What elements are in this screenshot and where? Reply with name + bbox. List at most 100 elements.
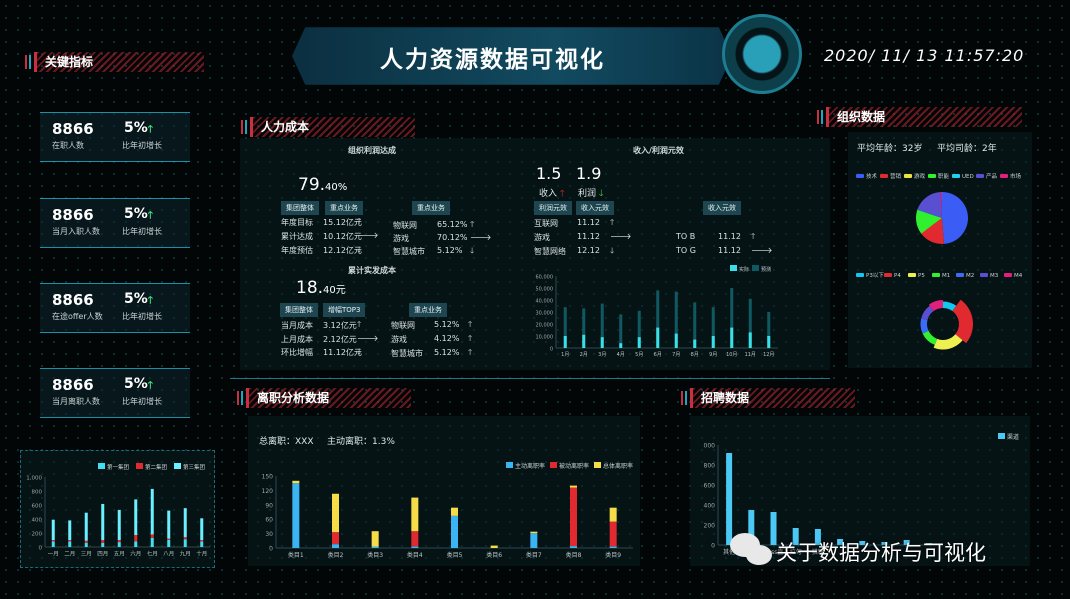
arrow-up-icon: 🡑 xyxy=(559,189,565,199)
bar-主动离职率 xyxy=(451,515,458,548)
cost-key-business-button[interactable]: 重点业务 xyxy=(409,303,447,317)
row-value: 11.12 xyxy=(718,246,741,255)
cost-top3-button[interactable]: 增幅TOP3 xyxy=(323,303,366,317)
legend-label: 主动离职率 xyxy=(515,462,545,470)
y-tick-label: 90 xyxy=(265,502,273,509)
arrow-right-icon: 🡒 xyxy=(470,233,492,242)
legend-label: 游戏 xyxy=(914,172,926,180)
bar-实际 xyxy=(730,327,734,348)
kpi-pct-label: 比年初增长 xyxy=(122,397,162,406)
row-label: 年度目标 xyxy=(281,218,313,227)
slice-技术 xyxy=(942,192,968,244)
kpi-label: 在途offer人数 xyxy=(52,312,103,321)
row-label: 游戏 xyxy=(393,234,409,243)
row-value: 5.12% xyxy=(437,246,463,255)
kpi-pct: 5%🡑 xyxy=(124,376,153,395)
legend-label: 被动离职率 xyxy=(559,462,589,470)
bar-第三集团 xyxy=(150,488,154,535)
legend-label: M3 xyxy=(990,273,999,279)
y-tick-label: 10,000 xyxy=(536,335,554,341)
x-tick-label: 6月 xyxy=(654,352,662,358)
kpi-value: 8866 xyxy=(52,376,94,394)
legend-label: 第一集团 xyxy=(107,463,130,471)
bar-第二集团 xyxy=(117,540,121,543)
arrow-right-icon: 🡒 xyxy=(357,231,379,240)
row-value: 3.12亿元 xyxy=(323,321,357,330)
recruit-header: 招聘数据 xyxy=(681,388,855,408)
key-metrics-header: 关键指标 xyxy=(25,52,204,72)
bar-第三集团 xyxy=(200,518,204,540)
bar-第一集团 xyxy=(134,541,138,547)
bar-第一集团 xyxy=(84,542,88,547)
bar-第二集团 xyxy=(101,540,105,543)
bar-第一集团 xyxy=(150,537,154,547)
bar-总体离职率 xyxy=(292,480,300,484)
profit-value-dec: 40% xyxy=(325,182,348,193)
y-tick-label: 800 xyxy=(704,463,716,470)
divider xyxy=(230,378,830,379)
x-tick-label: 十月 xyxy=(196,550,207,558)
bar-总体离职率 xyxy=(530,531,538,534)
profit-label-text: 利润 xyxy=(578,189,597,199)
y-tick-label: 120 xyxy=(262,488,274,495)
bar-实际 xyxy=(674,333,678,348)
arrow-up-icon: 🡑 xyxy=(751,232,756,241)
row-value: 5.12% xyxy=(434,320,460,329)
profit-group-button[interactable]: 集团整体 xyxy=(281,201,319,215)
arrow-up-icon: 🡑 xyxy=(147,210,153,221)
bar-第一集团 xyxy=(183,539,187,547)
bar-总体离职率 xyxy=(609,507,617,522)
row-value: 70.12% xyxy=(437,233,468,242)
bar-第三集团 xyxy=(117,509,121,540)
kpi-pct-value: 5% xyxy=(124,291,148,307)
bar-第一集团 xyxy=(200,541,204,547)
row-label: 上月成本 xyxy=(281,335,313,344)
bar-实际 xyxy=(711,336,715,348)
income-efficiency-button[interactable]: 收入元效 xyxy=(576,201,614,215)
x-tick-label: 类目3 xyxy=(367,551,383,559)
arrow-up-icon: 🡑 xyxy=(468,320,473,329)
kpi-label: 在职人数 xyxy=(52,141,84,150)
bar-第二集团 xyxy=(183,537,187,540)
y-tick-label: 400 xyxy=(704,503,716,510)
kpi-pct: 5%🡑 xyxy=(124,120,153,139)
bar-被动离职率 xyxy=(609,521,617,547)
row-label: 互联网 xyxy=(534,219,558,228)
arrow-right-icon: 🡒 xyxy=(610,232,632,241)
row-value: 11.12 xyxy=(718,232,741,241)
bar-第三集团 xyxy=(183,508,187,538)
bar-总体离职率 xyxy=(451,507,458,516)
row-label: TO B xyxy=(676,232,696,241)
cost-group-button[interactable]: 集团整体 xyxy=(280,303,318,317)
legend-label: P3以下 xyxy=(866,272,884,279)
legend-swatch xyxy=(980,273,988,277)
y-tick-label: 800 xyxy=(32,490,43,496)
arrow-right-icon: 🡒 xyxy=(751,246,773,255)
x-tick-label: 五月 xyxy=(114,551,125,558)
profit-key-business-button-2[interactable]: 重点业务 xyxy=(412,201,450,215)
bar-第二集团 xyxy=(150,534,154,538)
y-tick-label: 200 xyxy=(704,523,716,530)
x-tick-label: 类目8 xyxy=(566,551,582,559)
bar-实际 xyxy=(693,339,697,348)
bar-第三集团 xyxy=(68,520,72,540)
legend-label: 营销 xyxy=(890,172,902,180)
income-value: 1.5 xyxy=(536,164,562,183)
kpi-pct-value: 5% xyxy=(124,376,148,392)
x-tick-label: 11月 xyxy=(745,352,756,358)
bar-第三集团 xyxy=(101,503,105,540)
y-tick-label: 30 xyxy=(265,531,273,538)
profit-efficiency-button[interactable]: 利润元效 xyxy=(534,201,572,215)
bar-被动离职率 xyxy=(570,487,577,547)
profit-key-business-button[interactable]: 重点业务 xyxy=(325,201,363,215)
arrow-up-icon: 🡑 xyxy=(357,217,362,226)
income-efficiency-button-2[interactable]: 收入元效 xyxy=(703,201,741,215)
bar-实际 xyxy=(563,336,567,348)
y-tick-label: 20,000 xyxy=(536,323,554,329)
legend-swatch xyxy=(908,273,916,277)
legend-swatch xyxy=(856,273,864,277)
kpi-pct-value: 5% xyxy=(124,120,148,136)
bar-第二集团 xyxy=(84,540,88,543)
wechat-icon xyxy=(730,533,760,557)
level-donut-chart: P3以下 P4 P5 M1 M2 M3 M4 xyxy=(856,272,1023,350)
